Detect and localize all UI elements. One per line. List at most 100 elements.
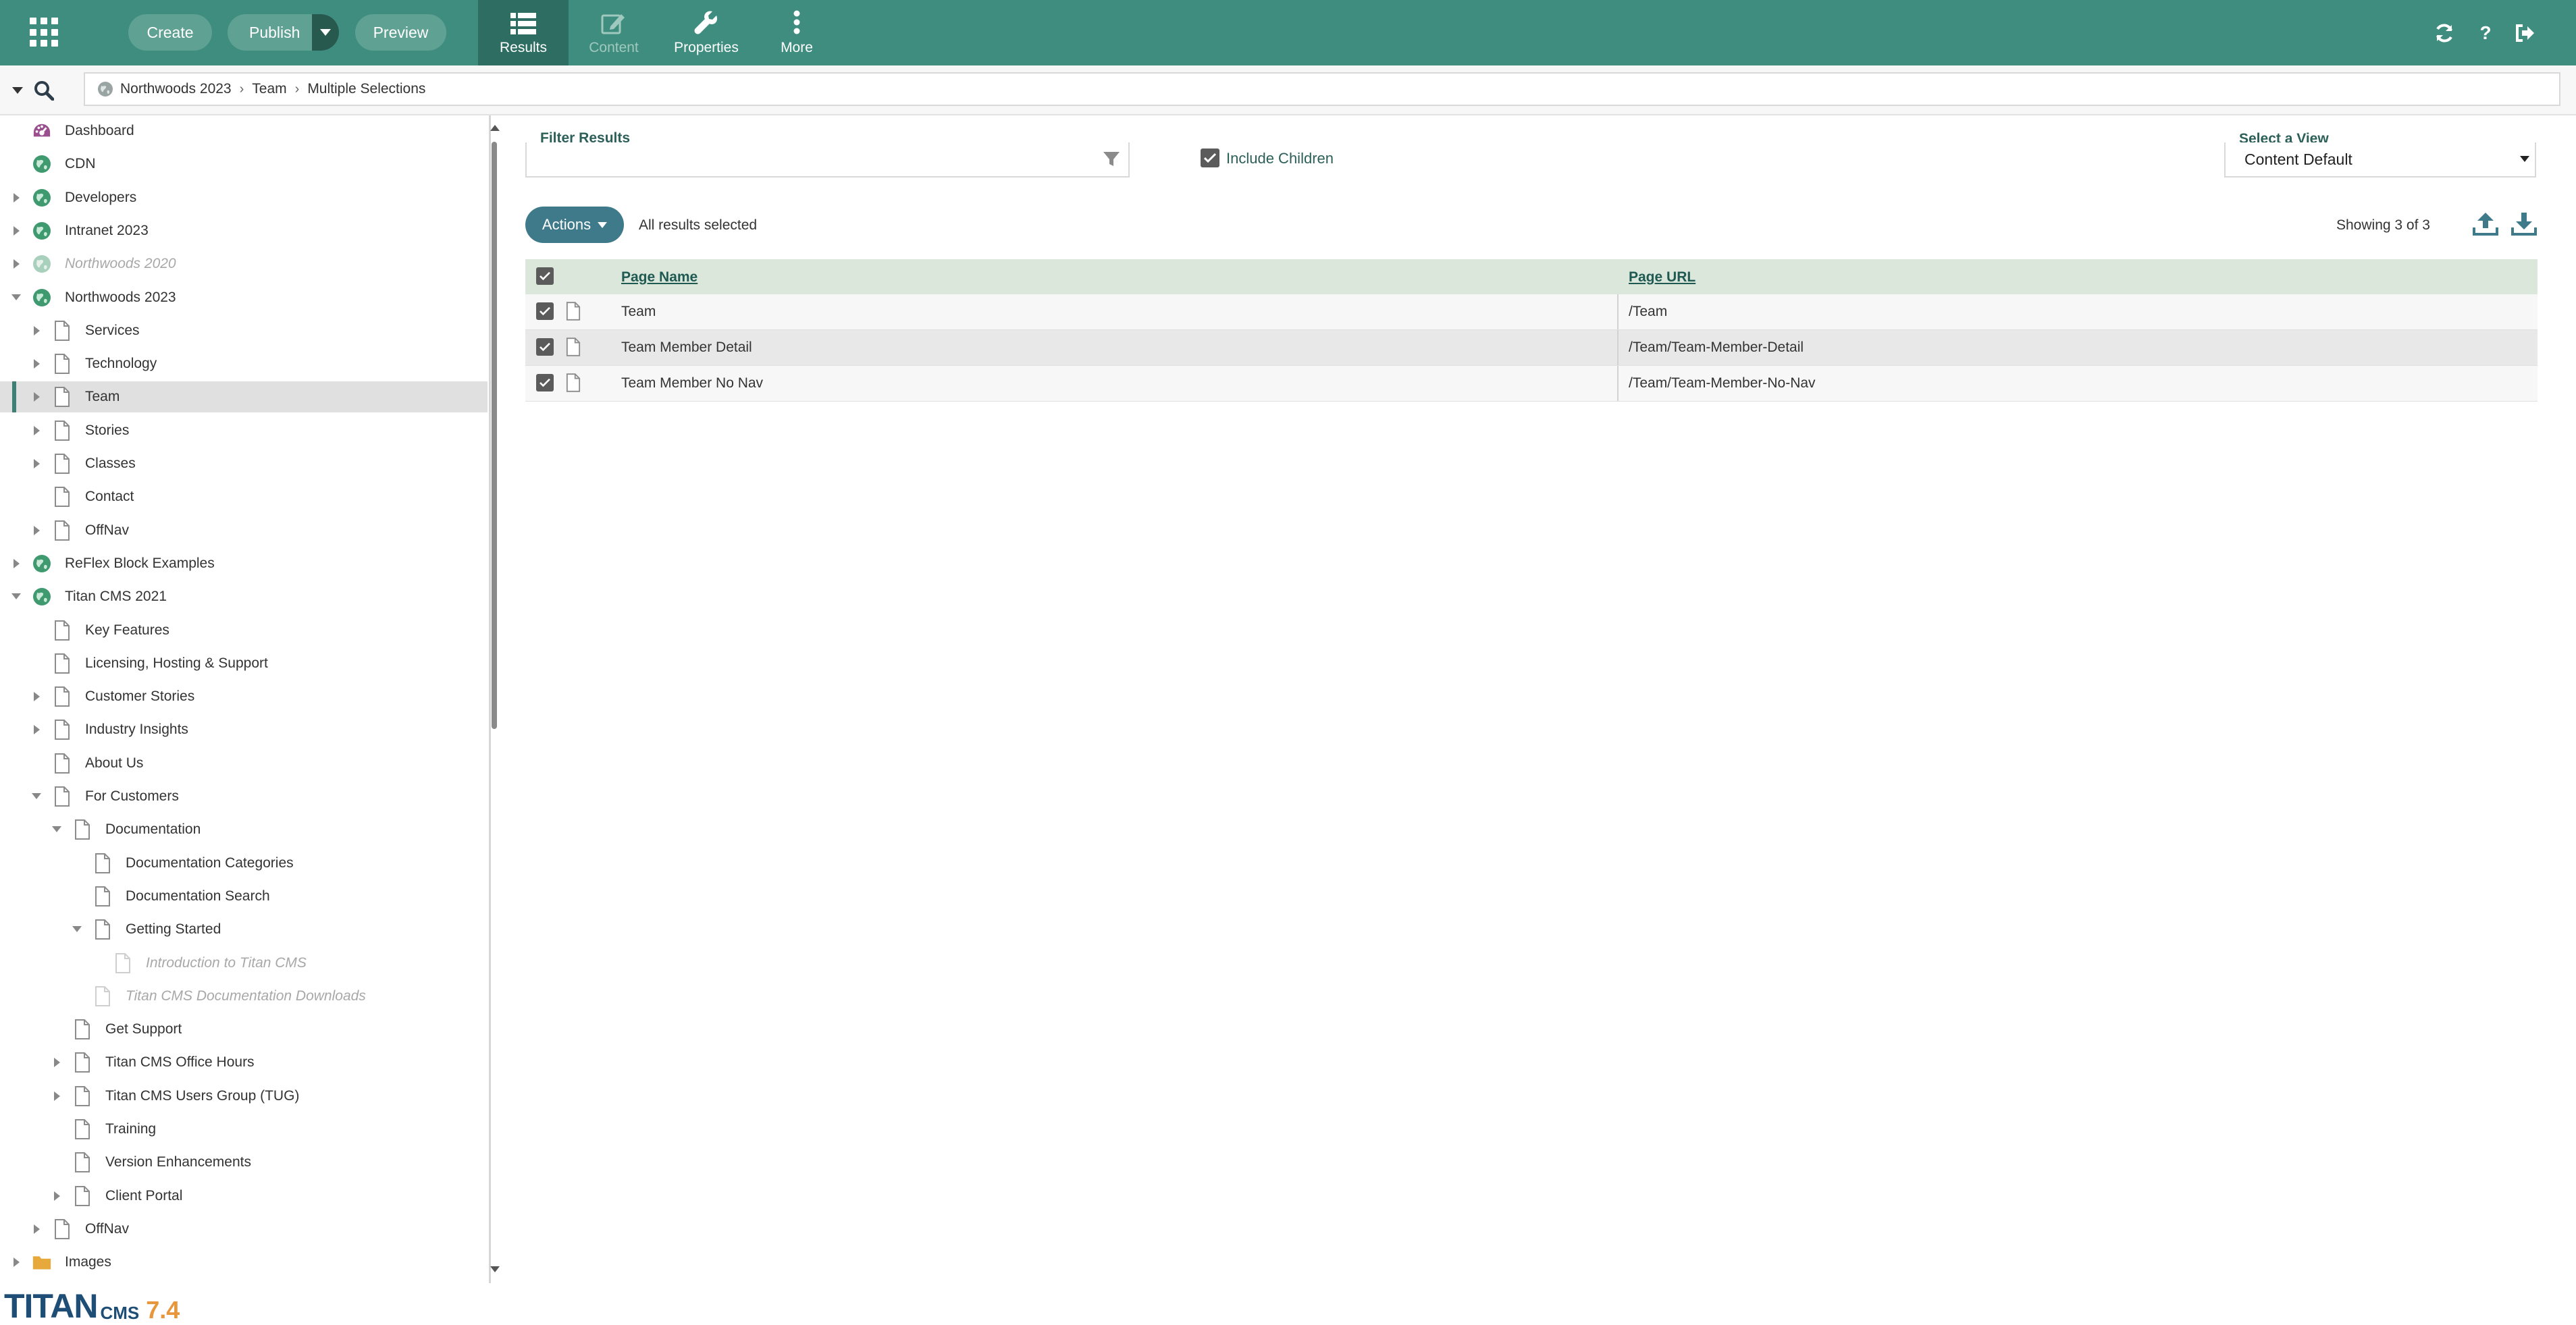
breadcrumb-item[interactable]: Northwoods 2023 bbox=[120, 81, 232, 97]
tree-item[interactable]: For Customers bbox=[0, 781, 488, 812]
publish-dropdown-button[interactable] bbox=[312, 14, 339, 51]
chevron-right-icon[interactable] bbox=[51, 1091, 62, 1102]
tree-item[interactable]: Northwoods 2020 bbox=[0, 248, 488, 279]
scroll-up-arrow[interactable] bbox=[490, 125, 500, 131]
tree-item[interactable]: Documentation Search bbox=[0, 881, 488, 912]
tree-item[interactable]: Client Portal bbox=[0, 1181, 488, 1212]
search-toggle[interactable] bbox=[11, 80, 65, 101]
create-button[interactable]: Create bbox=[128, 14, 212, 51]
chevron-right-icon[interactable] bbox=[31, 724, 42, 735]
chevron-right-icon[interactable] bbox=[11, 558, 22, 569]
tree-item[interactable]: Contact bbox=[0, 481, 488, 512]
include-children-label[interactable]: Include Children bbox=[1226, 150, 1334, 167]
tree-item[interactable]: Dashboard bbox=[0, 115, 488, 146]
tree-item[interactable]: Version Enhancements bbox=[0, 1147, 488, 1178]
chevron-right-icon[interactable] bbox=[51, 1191, 62, 1201]
scroll-down-arrow[interactable] bbox=[490, 1266, 500, 1272]
row-checkbox[interactable] bbox=[536, 302, 554, 320]
tab-content[interactable]: Content bbox=[569, 0, 659, 65]
tree-item[interactable]: Get Support bbox=[0, 1014, 488, 1045]
tree-item[interactable]: Introduction to Titan CMS bbox=[0, 948, 488, 979]
upload-icon[interactable] bbox=[2472, 210, 2499, 237]
tab-properties[interactable]: Properties bbox=[661, 0, 752, 65]
tree-item[interactable]: Training bbox=[0, 1114, 488, 1145]
breadcrumb-item[interactable]: Team bbox=[252, 81, 286, 97]
chevron-right-icon[interactable] bbox=[11, 192, 22, 203]
tree-item[interactable]: Stories bbox=[0, 415, 488, 446]
breadcrumb: Northwoods 2023 › Team › Multiple Select… bbox=[84, 72, 2560, 106]
chevron-right-icon[interactable] bbox=[31, 425, 42, 436]
tree-item[interactable]: Key Features bbox=[0, 615, 488, 646]
chevron-right-icon[interactable] bbox=[11, 225, 22, 236]
chevron-right-icon[interactable] bbox=[31, 458, 42, 469]
chevron-right-icon[interactable] bbox=[31, 325, 42, 336]
tree-item[interactable]: Titan CMS 2021 bbox=[0, 581, 488, 612]
chevron-right-icon[interactable] bbox=[51, 1057, 62, 1068]
actions-button-label: Actions bbox=[542, 216, 592, 233]
chevron-down-icon[interactable] bbox=[11, 591, 22, 602]
filter-icon[interactable] bbox=[1103, 151, 1120, 168]
tree-item[interactable]: Industry Insights bbox=[0, 714, 488, 745]
chevron-right-icon[interactable] bbox=[31, 1224, 42, 1235]
tree-item[interactable]: Team bbox=[0, 381, 488, 413]
tree-item[interactable]: CDN bbox=[0, 148, 488, 180]
actions-button[interactable]: Actions bbox=[525, 207, 624, 243]
tree-item[interactable]: Titan CMS Users Group (TUG) bbox=[0, 1081, 488, 1112]
chevron-down-icon[interactable] bbox=[51, 824, 62, 835]
tree-item[interactable]: Services bbox=[0, 315, 488, 346]
row-checkbox[interactable] bbox=[536, 338, 554, 356]
select-all-checkbox[interactable] bbox=[536, 267, 554, 285]
preview-button[interactable]: Preview bbox=[355, 14, 446, 51]
table-row[interactable]: Team Member No Nav/Team/Team-Member-No-N… bbox=[525, 366, 2538, 402]
chevron-right-icon[interactable] bbox=[11, 1257, 22, 1268]
chevron-right-icon[interactable] bbox=[31, 358, 42, 369]
include-children-checkbox[interactable] bbox=[1201, 148, 1219, 167]
tree-item[interactable]: Titan CMS Office Hours bbox=[0, 1047, 488, 1078]
tree-item[interactable]: About Us bbox=[0, 748, 488, 779]
tree-item[interactable]: Licensing, Hosting & Support bbox=[0, 648, 488, 679]
logout-icon[interactable] bbox=[2513, 22, 2536, 45]
tree-item[interactable]: Intranet 2023 bbox=[0, 215, 488, 246]
tree-item[interactable]: Northwoods 2023 bbox=[0, 282, 488, 313]
column-header-page-url[interactable]: Page URL bbox=[1629, 269, 1696, 286]
tab-results[interactable]: Results bbox=[478, 0, 569, 65]
page-name-cell[interactable]: Team bbox=[621, 304, 656, 320]
refresh-icon[interactable] bbox=[2433, 22, 2456, 45]
tree-item[interactable]: Documentation bbox=[0, 814, 488, 845]
table-row[interactable]: Team/Team bbox=[525, 294, 2538, 330]
tree-item[interactable]: OffNav bbox=[0, 1214, 488, 1245]
table-row[interactable]: Team Member Detail/Team/Team-Member-Deta… bbox=[525, 330, 2538, 366]
page-name-cell[interactable]: Team Member No Nav bbox=[621, 375, 763, 391]
chevron-down-icon[interactable] bbox=[72, 924, 82, 935]
tree-item-label: Get Support bbox=[105, 1021, 182, 1037]
page-name-cell[interactable]: Team Member Detail bbox=[621, 340, 752, 356]
scrollbar-thumb[interactable] bbox=[492, 142, 497, 729]
select-view-dropdown[interactable]: Content Default bbox=[2224, 142, 2536, 178]
chevron-right-icon[interactable] bbox=[31, 391, 42, 402]
chevron-down-icon[interactable] bbox=[11, 292, 22, 303]
row-checkbox[interactable] bbox=[536, 374, 554, 391]
tree-item[interactable]: Titan CMS Documentation Downloads bbox=[0, 981, 488, 1012]
chevron-right-icon[interactable] bbox=[31, 691, 42, 702]
tree-item[interactable]: Developers bbox=[0, 182, 488, 213]
tree-item[interactable]: OffNav bbox=[0, 515, 488, 546]
help-icon[interactable]: ? bbox=[2474, 22, 2497, 45]
filter-results-input[interactable] bbox=[525, 142, 1130, 178]
tree-item[interactable]: Getting Started bbox=[0, 914, 488, 945]
page-icon bbox=[73, 1019, 92, 1040]
tree-item[interactable]: Documentation Categories bbox=[0, 848, 488, 879]
tree-item[interactable]: Technology bbox=[0, 348, 488, 379]
chevron-right-icon[interactable] bbox=[31, 525, 42, 536]
download-icon[interactable] bbox=[2511, 210, 2538, 237]
tree-item[interactable]: ReFlex Block Examples bbox=[0, 548, 488, 579]
tree-item[interactable]: Customer Stories bbox=[0, 681, 488, 712]
app-grid-icon[interactable] bbox=[30, 18, 59, 47]
chevron-right-icon[interactable] bbox=[11, 259, 22, 269]
tree-scrollbar[interactable] bbox=[490, 125, 500, 1272]
tree-item[interactable]: Classes bbox=[0, 448, 488, 479]
chevron-down-icon[interactable] bbox=[31, 791, 42, 802]
tree-item[interactable]: Images bbox=[0, 1247, 488, 1278]
page-icon bbox=[566, 373, 581, 396]
tab-more[interactable]: More bbox=[752, 0, 842, 65]
column-header-page-name[interactable]: Page Name bbox=[621, 269, 698, 286]
